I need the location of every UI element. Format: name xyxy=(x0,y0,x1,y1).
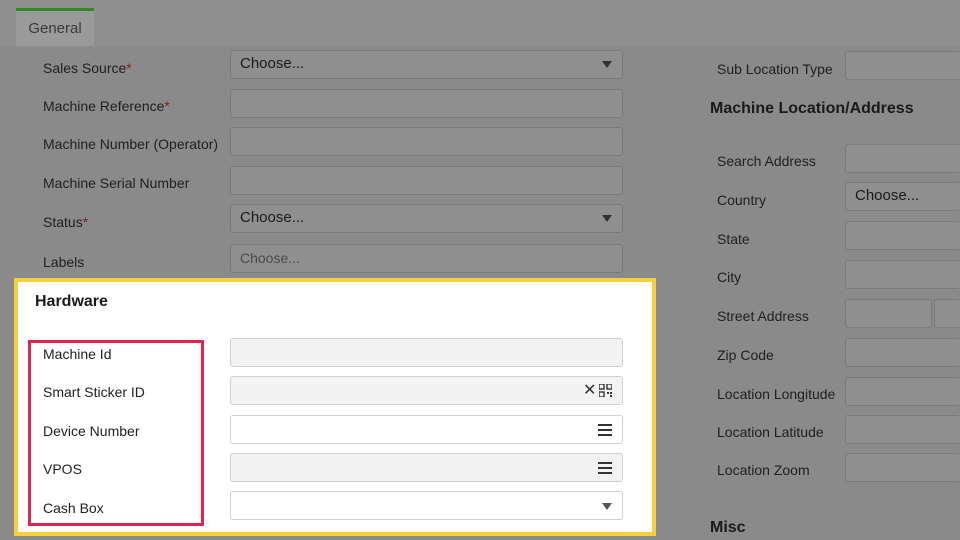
search-address-label: Search Address xyxy=(717,153,816,169)
country-select[interactable]: Choose... xyxy=(845,182,960,211)
search-address-input[interactable] xyxy=(845,144,960,173)
country-value: Choose... xyxy=(855,187,920,204)
state-input[interactable] xyxy=(845,221,960,250)
country-label: Country xyxy=(717,192,767,208)
sub-location-type-label: Sub Location Type xyxy=(717,61,833,77)
state-label: State xyxy=(717,231,750,247)
zip-code-label: Zip Code xyxy=(717,347,774,363)
cash-box-select[interactable] xyxy=(230,491,623,520)
misc-section-title: Misc xyxy=(710,519,746,536)
status-label: Status* xyxy=(43,214,89,230)
status-value: Choose... xyxy=(240,209,305,226)
machine-serial-input[interactable] xyxy=(230,166,623,195)
sales-source-label: Sales Source* xyxy=(43,60,132,76)
smart-sticker-input[interactable]: ✕ xyxy=(230,376,623,405)
machine-number-label: Machine Number (Operator) xyxy=(43,136,219,152)
sub-location-type-select[interactable] xyxy=(845,51,960,80)
labels-highlight-box xyxy=(28,340,204,526)
city-label: City xyxy=(717,269,742,285)
street-name-input[interactable] xyxy=(934,299,960,328)
sales-source-select[interactable]: Choose... xyxy=(230,50,623,79)
sales-source-value: Choose... xyxy=(240,55,305,72)
tab-bar xyxy=(0,0,960,46)
location-longitude-label: Location Longitude xyxy=(717,386,836,402)
machine-reference-label: Machine Reference* xyxy=(43,98,170,114)
clear-icon[interactable]: ✕ xyxy=(583,380,596,400)
street-address-label: Street Address xyxy=(717,308,809,324)
machine-reference-input[interactable] xyxy=(230,89,623,118)
location-section-title: Machine Location/Address xyxy=(710,100,914,117)
vpos-input[interactable] xyxy=(230,453,623,482)
labels-select[interactable]: Choose... xyxy=(230,244,623,273)
machine-id-input[interactable] xyxy=(230,338,623,367)
tab-general[interactable]: General xyxy=(16,8,94,46)
city-input[interactable] xyxy=(845,260,960,289)
labels-placeholder: Choose... xyxy=(240,250,300,266)
qr-code-icon[interactable] xyxy=(599,384,612,397)
labels-label: Labels xyxy=(43,254,85,270)
machine-serial-label: Machine Serial Number xyxy=(43,175,190,191)
location-zoom-label: Location Zoom xyxy=(717,462,810,478)
location-latitude-input[interactable] xyxy=(845,415,960,444)
chevron-down-icon xyxy=(602,61,612,68)
device-number-input[interactable] xyxy=(230,415,623,444)
chevron-down-icon xyxy=(602,215,612,222)
list-icon[interactable] xyxy=(598,461,612,475)
chevron-down-icon xyxy=(602,503,612,510)
location-zoom-input[interactable] xyxy=(845,453,960,482)
location-latitude-label: Location Latitude xyxy=(717,424,824,440)
street-number-input[interactable] xyxy=(845,299,932,328)
status-select[interactable]: Choose... xyxy=(230,204,623,233)
zip-code-input[interactable] xyxy=(845,338,960,367)
list-icon[interactable] xyxy=(598,423,612,437)
location-longitude-input[interactable] xyxy=(845,377,960,406)
hardware-title: Hardware xyxy=(35,293,108,310)
machine-number-input[interactable] xyxy=(230,127,623,156)
